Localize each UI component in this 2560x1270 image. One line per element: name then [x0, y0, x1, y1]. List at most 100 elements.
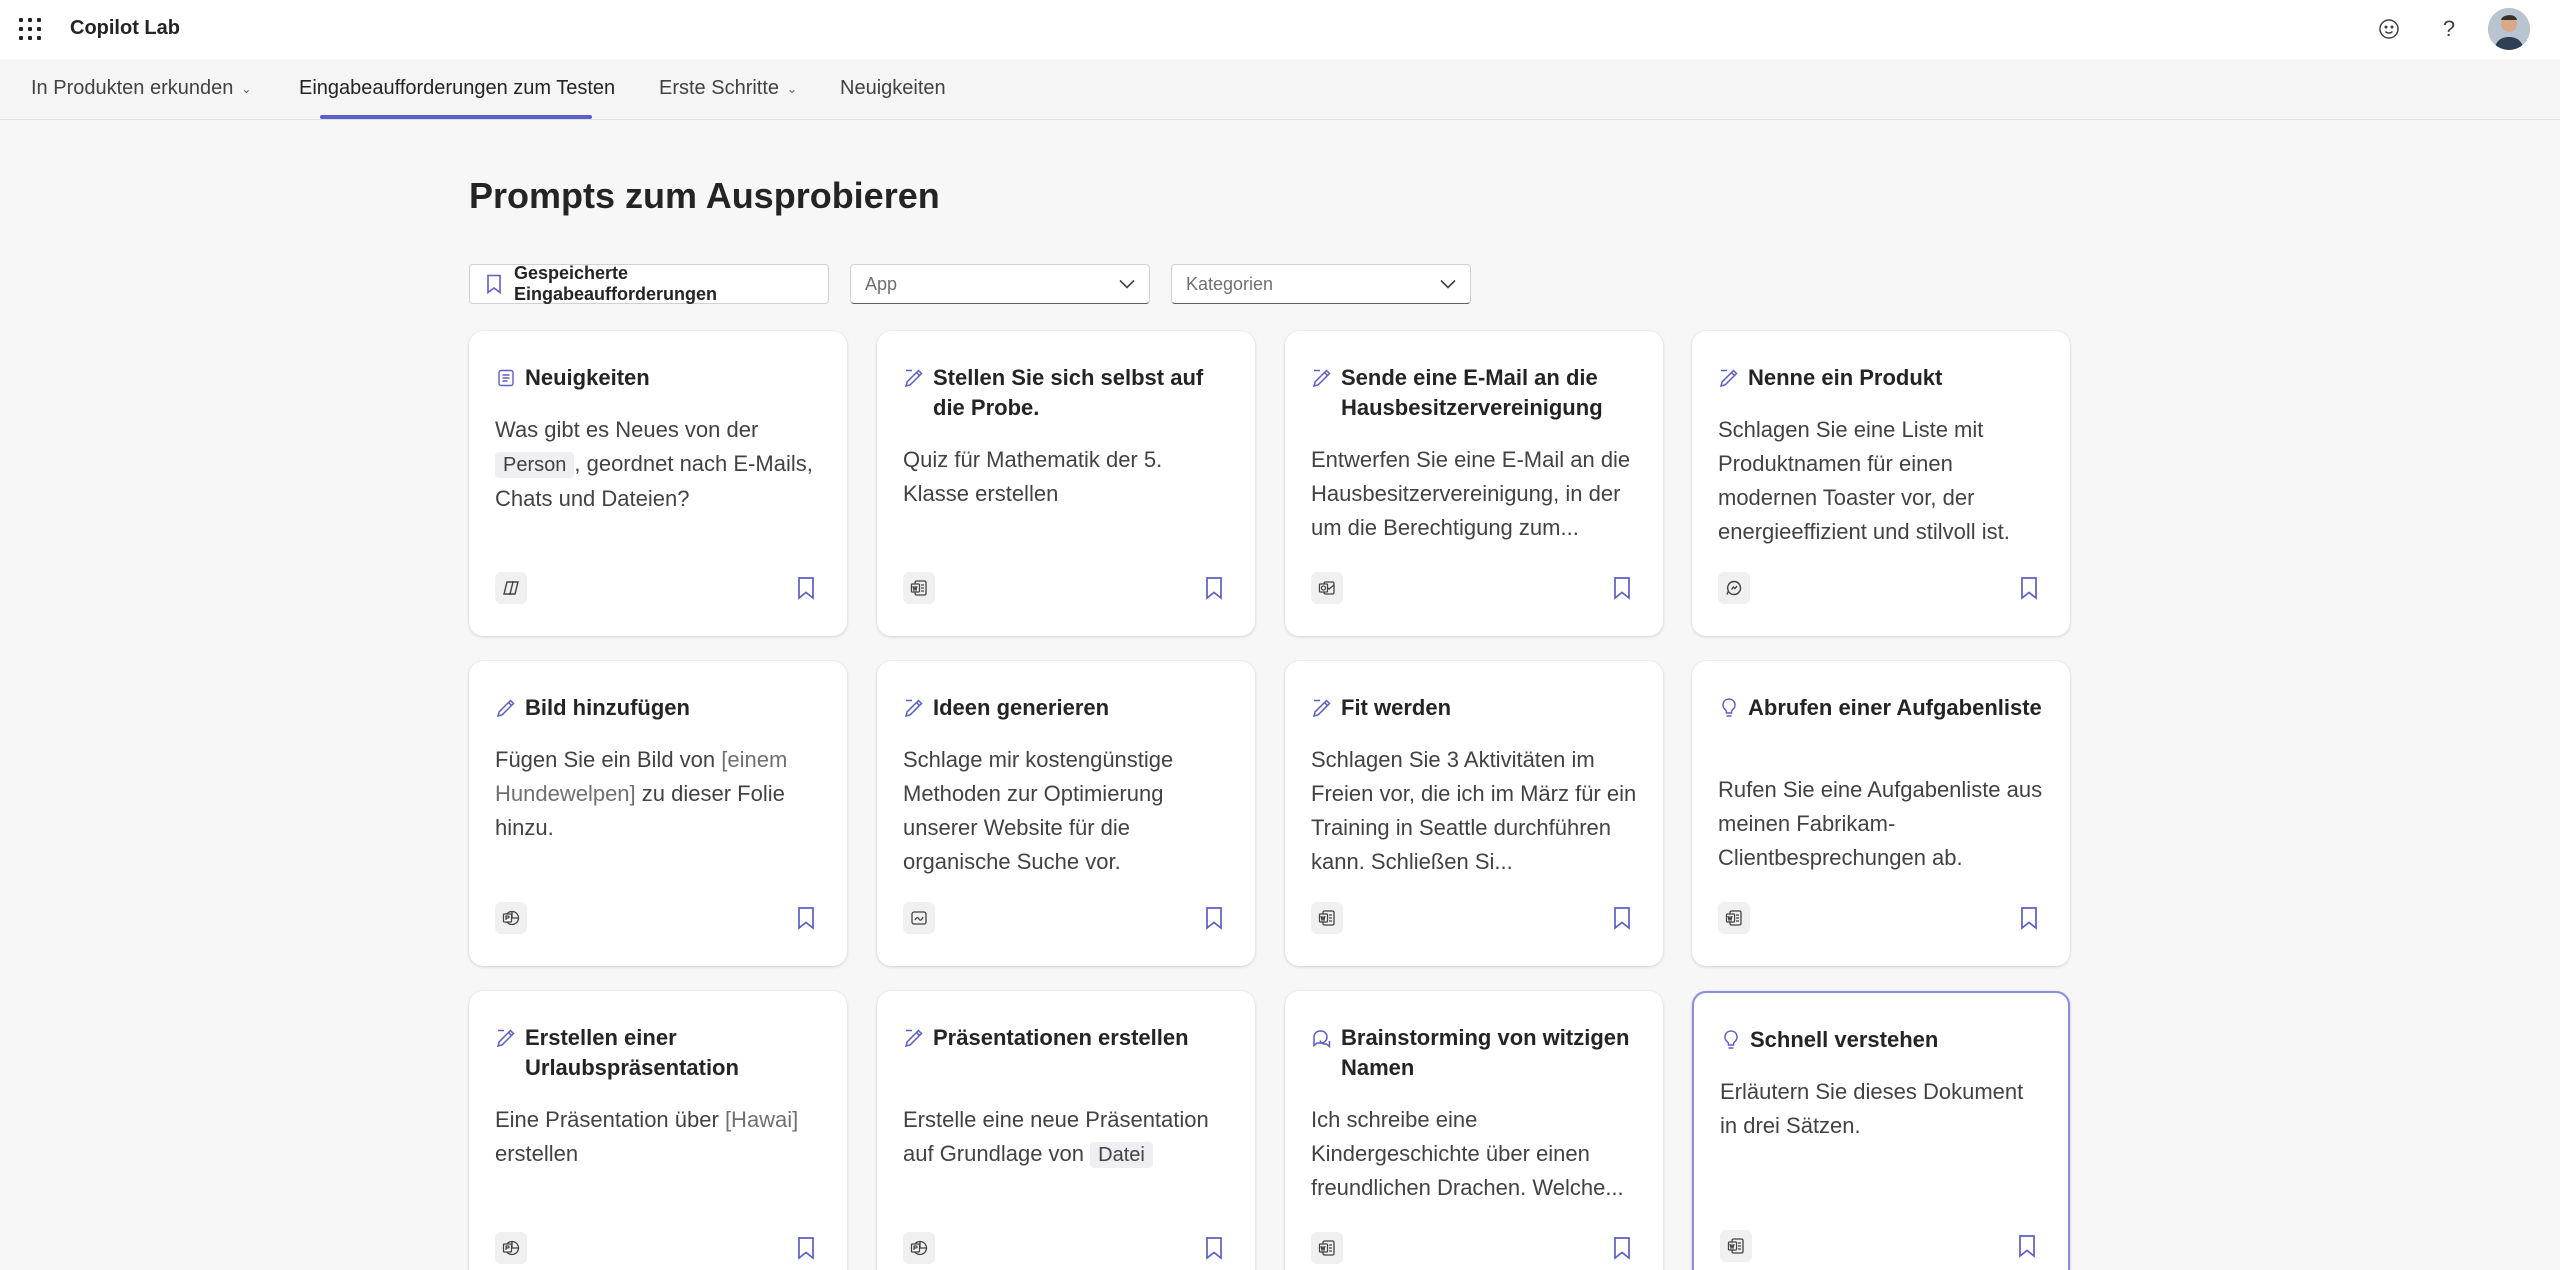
create-icon [495, 1027, 517, 1049]
waffle-icon[interactable] [19, 18, 41, 40]
bookmark-icon[interactable] [2018, 906, 2040, 930]
whiteboard-app-icon [903, 902, 935, 934]
bookmark-icon[interactable] [1611, 1236, 1633, 1260]
chevron-down-icon: ⌄ [787, 81, 798, 96]
nav-bar: In Produkten erkunden ⌄ Eingabeaufforder… [0, 59, 2560, 120]
card-body: Ich schreibe eine Kindergeschichte über … [1311, 1103, 1639, 1205]
prompt-placeholder: [Hawai] [724, 1107, 799, 1132]
help-icon[interactable]: ? [2434, 14, 2464, 44]
saved-prompts-label: Gespeicherte Eingabeaufforderungen [514, 263, 718, 304]
card-header: Stellen Sie sich selbst auf die Probe. [903, 363, 1231, 423]
prompt-text: Entwerfen Sie eine E-Mail an die Hausbes… [1311, 447, 1631, 540]
chat-bubbles-icon [1311, 1027, 1333, 1049]
prompt-card[interactable]: Präsentationen erstellen Erstelle eine n… [877, 991, 1255, 1270]
prompt-card[interactable]: Schnell verstehen Erläutern Sie dieses D… [1692, 991, 2070, 1270]
edit-icon [495, 697, 517, 719]
prompt-text: erstellen [495, 1141, 579, 1166]
prompt-card[interactable]: Abrufen einer Aufgabenliste Rufen Sie ei… [1692, 661, 2070, 966]
nav-explore-in-products[interactable]: In Produkten erkunden ⌄ [31, 77, 251, 100]
card-header: Erstellen einer Urlaubspräsentation [495, 1023, 823, 1083]
word-app-icon [1311, 902, 1343, 934]
card-body: Was gibt es Neues von der Person, geordn… [495, 413, 823, 516]
prompt-card[interactable]: Brainstorming von witzigen Namen Ich sch… [1285, 991, 1663, 1270]
prompt-card[interactable]: Ideen generieren Schlage mir kostengünst… [877, 661, 1255, 966]
bookmark-icon[interactable] [1203, 906, 1225, 930]
word-app-icon [903, 572, 935, 604]
card-header: Nenne ein Produkt [1718, 363, 2046, 393]
prompt-card[interactable]: Neuigkeiten Was gibt es Neues von der Pe… [469, 331, 847, 636]
create-icon [1311, 367, 1333, 389]
card-body: Entwerfen Sie eine E-Mail an die Hausbes… [1311, 443, 1639, 545]
prompt-card[interactable]: Sende eine E-Mail an die Hausbesitzerver… [1285, 331, 1663, 636]
card-title: Erstellen einer Urlaubspräsentation [525, 1025, 739, 1080]
card-title: Sende eine E-Mail an die Hausbesitzerver… [1341, 365, 1603, 420]
bookmark-icon[interactable] [795, 906, 817, 930]
prompt-card[interactable]: Bild hinzufügen Fügen Sie ein Bild von [… [469, 661, 847, 966]
lightbulb-icon [1720, 1029, 1742, 1051]
prompt-text: Fügen Sie ein Bild von [495, 747, 722, 772]
feedback-smiley-icon[interactable] [2374, 14, 2404, 44]
card-header: Brainstorming von witzigen Namen [1311, 1023, 1639, 1083]
app-title[interactable]: Copilot Lab [70, 17, 180, 40]
active-tab-indicator [320, 115, 592, 119]
prompt-text: Eine Präsentation über [495, 1107, 725, 1132]
app-dropdown-placeholder: App [865, 273, 898, 294]
nav-item-label: In Produkten erkunden [31, 77, 234, 99]
bookmark-icon [487, 274, 501, 294]
create-icon [903, 1027, 925, 1049]
bookmark-icon[interactable] [1611, 576, 1633, 600]
categories-dropdown[interactable]: Kategorien [1171, 264, 1471, 304]
bookmark-icon[interactable] [1203, 576, 1225, 600]
prompt-text: Erläutern Sie dieses Dokument in drei Sä… [1720, 1079, 2024, 1138]
outlook-app-icon [1311, 572, 1343, 604]
lightbulb-icon [1718, 697, 1740, 719]
prompt-card[interactable]: Stellen Sie sich selbst auf die Probe. Q… [877, 331, 1255, 636]
page-title: Prompts zum Ausprobieren [469, 175, 940, 216]
bookmark-icon[interactable] [1611, 906, 1633, 930]
avatar[interactable] [2488, 8, 2530, 50]
app-dropdown[interactable]: App [850, 264, 1150, 304]
chat-app-icon [1718, 572, 1750, 604]
categories-dropdown-placeholder: Kategorien [1186, 273, 1274, 294]
card-title: Ideen generieren [933, 695, 1110, 720]
bookmark-icon[interactable] [2018, 576, 2040, 600]
card-header: Ideen generieren [903, 693, 1231, 723]
filter-bar: Gespeicherte Eingabeaufforderungen App K… [469, 263, 1471, 304]
prompt-card[interactable]: Erstellen einer Urlaubspräsentation Eine… [469, 991, 847, 1270]
prompt-card[interactable]: Fit werden Schlagen Sie 3 Aktivitäten im… [1285, 661, 1663, 966]
prompt-text: Quiz für Mathematik der 5. Klasse erstel… [903, 447, 1163, 506]
prompt-card[interactable]: Nenne ein Produkt Schlagen Sie eine List… [1692, 331, 2070, 636]
prompt-text: Schlagen Sie 3 Aktivitäten im Freien vor… [1311, 747, 1637, 874]
card-header: Neuigkeiten [495, 363, 823, 393]
nav-prompts-to-try[interactable]: Eingabeaufforderungen zum Testen [299, 77, 615, 100]
bookmark-icon[interactable] [1203, 1236, 1225, 1260]
prompt-token[interactable]: Person [495, 452, 575, 478]
bookmark-icon[interactable] [795, 576, 817, 600]
prompt-text: Ich schreibe eine Kindergeschichte über … [1311, 1107, 1624, 1200]
card-title: Schnell verstehen [1750, 1027, 1939, 1052]
card-title: Stellen Sie sich selbst auf die Probe. [933, 365, 1204, 420]
prompt-text: Schlagen Sie eine Liste mit Produktnamen… [1718, 417, 2010, 544]
card-body: Schlagen Sie 3 Aktivitäten im Freien vor… [1311, 743, 1639, 879]
card-header: Abrufen einer Aufgabenliste [1718, 693, 2046, 723]
bookmark-icon[interactable] [2016, 1234, 2038, 1258]
prompt-text: Schlage mir kostengünstige Methoden zur … [903, 747, 1174, 874]
chevron-down-icon: ⌄ [241, 81, 252, 96]
word-app-icon [1720, 1230, 1752, 1262]
prompt-text: Rufen Sie eine Aufgabenliste aus meinen … [1718, 777, 2043, 870]
create-icon [1311, 697, 1333, 719]
help-glyph: ? [2442, 16, 2456, 41]
nav-whats-new[interactable]: Neuigkeiten [840, 77, 946, 100]
bookmark-icon[interactable] [795, 1236, 817, 1260]
create-icon [1718, 367, 1740, 389]
card-body: Schlagen Sie eine Liste mit Produktnamen… [1718, 413, 2046, 549]
nav-getting-started[interactable]: Erste Schritte ⌄ [659, 77, 797, 100]
card-body: Quiz für Mathematik der 5. Klasse erstel… [903, 443, 1231, 511]
word-app-icon [1718, 902, 1750, 934]
chevron-down-icon [1119, 279, 1135, 289]
card-header: Schnell verstehen [1720, 1025, 2044, 1055]
saved-prompts-button[interactable]: Gespeicherte Eingabeaufforderungen [469, 263, 829, 304]
prompt-token[interactable]: Datei [1090, 1142, 1153, 1168]
powerpoint-app-icon [903, 1232, 935, 1264]
card-body: Erläutern Sie dieses Dokument in drei Sä… [1720, 1075, 2044, 1143]
